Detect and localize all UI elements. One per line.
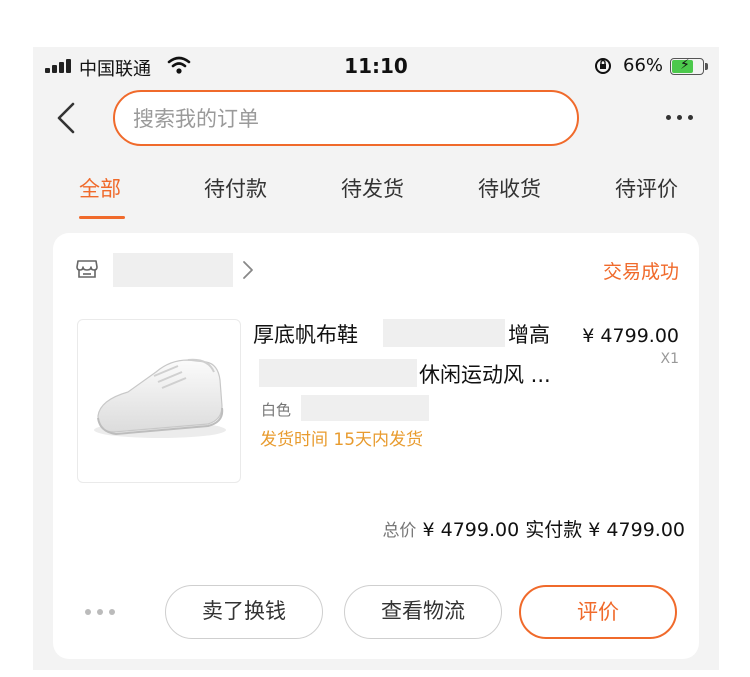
product-title-part1[interactable]: 厚底帆布鞋: [253, 319, 358, 349]
phone-screen: 中国联通 11:10 66% ⚡ 全部 待付款 待发货 待收货 待: [33, 47, 719, 670]
shop-name-redacted[interactable]: [113, 253, 233, 287]
tab-pending-review[interactable]: 待评价: [615, 173, 678, 203]
order-search-box[interactable]: [113, 90, 579, 146]
product-price: ¥ 4799.00: [582, 325, 679, 347]
active-tab-indicator: [79, 216, 125, 219]
review-button[interactable]: 评价: [519, 585, 677, 639]
battery-icon: ⚡: [670, 57, 708, 75]
back-icon[interactable]: [53, 100, 81, 136]
battery-cap: [705, 63, 708, 70]
paid-label: 实付款: [525, 519, 583, 541]
clock: 11:10: [344, 54, 408, 78]
product-variant: 白色: [261, 401, 292, 419]
view-logistics-button[interactable]: 查看物流: [344, 585, 502, 639]
order-status: 交易成功: [602, 261, 679, 283]
rotation-lock-icon: [595, 58, 611, 74]
tab-pending-shipment[interactable]: 待发货: [341, 173, 404, 203]
chevron-right-icon[interactable]: [241, 259, 255, 281]
product-image[interactable]: [77, 319, 241, 483]
order-totals: 总价 ¥ 4799.00 实付款 ¥ 4799.00: [382, 515, 685, 542]
paid-value: ¥ 4799.00: [588, 519, 685, 541]
title-redacted: [383, 319, 505, 347]
charging-bolt-icon: ⚡: [680, 57, 690, 73]
total-label: 总价: [382, 521, 417, 541]
status-bar: 中国联通 11:10 66% ⚡: [33, 47, 719, 87]
product-title-part2[interactable]: 增高: [508, 319, 550, 349]
variant-redacted: [301, 395, 429, 421]
battery-percent: 66%: [623, 55, 664, 76]
title-redacted: [259, 359, 417, 387]
delivery-time: 发货时间 15天内发货: [260, 430, 424, 450]
more-actions-icon[interactable]: [83, 607, 119, 617]
tab-pending-payment[interactable]: 待付款: [204, 173, 267, 203]
more-menu-icon[interactable]: [663, 107, 697, 127]
tab-pending-receipt[interactable]: 待收货: [478, 173, 541, 203]
shop-icon: [76, 260, 98, 278]
search-input[interactable]: [133, 102, 553, 136]
product-quantity: X1: [660, 351, 680, 367]
order-card: 交易成功 厚底帆布鞋 增高 休闲运动风 ... ¥ 4799.00 X1 白色 …: [53, 233, 699, 659]
product-title-line2[interactable]: 休闲运动风 ...: [419, 359, 551, 389]
order-tabs: 全部 待付款 待发货 待收货 待评价: [33, 167, 719, 219]
total-value: ¥ 4799.00: [422, 519, 520, 541]
sneaker-image: [94, 358, 226, 438]
sell-button[interactable]: 卖了换钱: [165, 585, 323, 639]
tab-all[interactable]: 全部: [79, 173, 121, 203]
